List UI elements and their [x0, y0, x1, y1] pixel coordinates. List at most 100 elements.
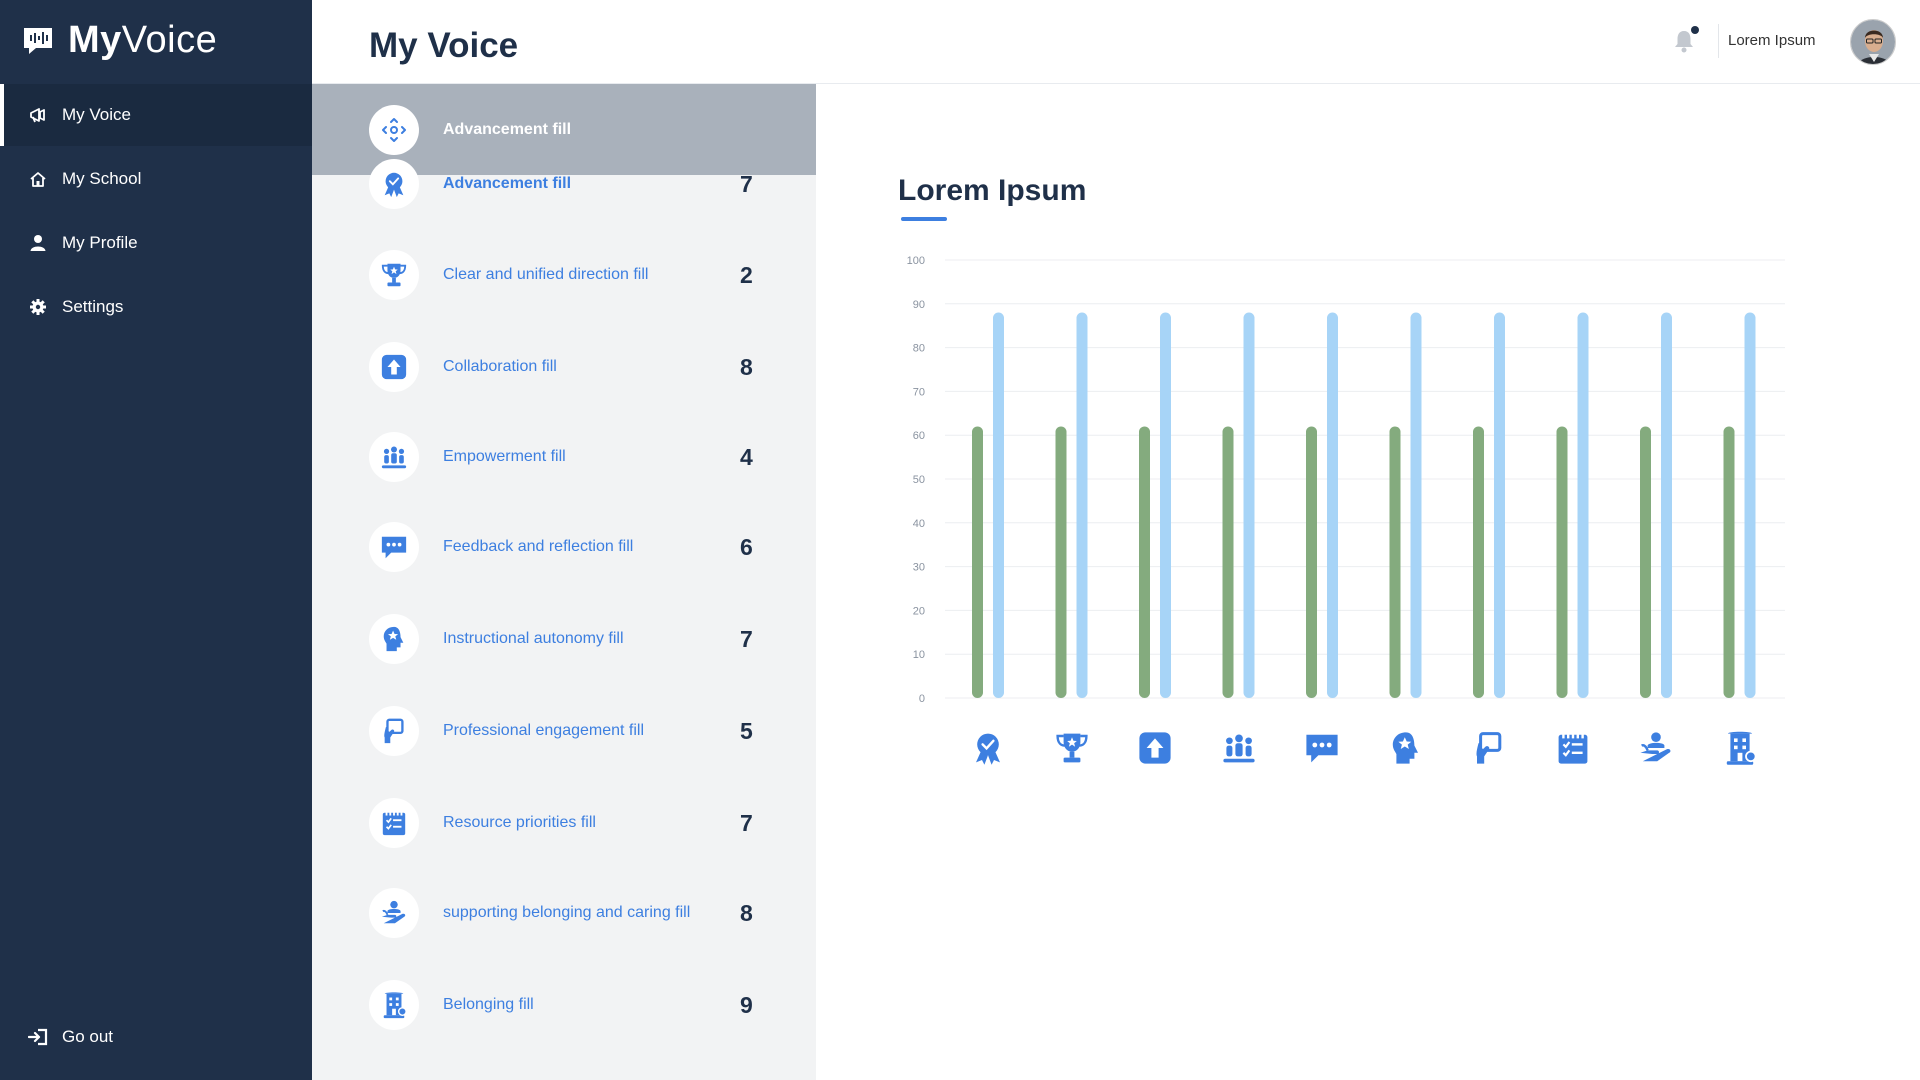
bar-series-0-item-7[interactable] [1556, 426, 1568, 698]
bar-series-0-item-4[interactable] [1306, 426, 1317, 698]
upload-icon[interactable] [1135, 728, 1175, 768]
upload-icon [369, 342, 419, 392]
list-item-label: Feedback and reflection fill [443, 538, 634, 555]
list-item[interactable]: Advancement fill 7 [312, 149, 816, 219]
list-item-count: 4 [740, 443, 753, 470]
building-icon[interactable] [1720, 728, 1760, 768]
trophy-icon[interactable] [1052, 728, 1092, 768]
group-icon [369, 432, 419, 482]
list-item-label: supporting belonging and caring fill [443, 904, 691, 921]
bar-series-1-item-9[interactable] [1744, 312, 1756, 698]
chat-icon [369, 522, 419, 572]
list-item-count: 2 [740, 261, 753, 288]
bar-series-1-item-6[interactable] [1494, 312, 1505, 698]
checklist-icon[interactable] [1553, 728, 1593, 768]
y-tick-label: 40 [913, 518, 925, 530]
brand-name: MyVoice [68, 19, 218, 61]
bar-chart: 0 10 20 30 40 50 60 70 80 90 100 [907, 255, 1785, 705]
list-item[interactable]: Resource priorities fill 7 [312, 788, 816, 858]
gear-icon [28, 297, 48, 317]
bar-series-0-item-6[interactable] [1473, 426, 1484, 698]
y-tick-label: 60 [913, 430, 925, 442]
hand-icon [369, 706, 419, 756]
list-item-count: 6 [740, 533, 753, 560]
brand[interactable]: MyVoice [22, 18, 217, 62]
megaphone-icon [28, 105, 48, 125]
logout-button[interactable]: Go out [0, 1006, 312, 1068]
user-icon [28, 233, 48, 253]
list-item-label: Belonging fill [443, 996, 534, 1013]
list-header-label: Advancement fill [443, 120, 572, 138]
list-item[interactable]: Belonging fill 9 [312, 970, 816, 1040]
list-item[interactable]: Clear and unified direction fill 2 [312, 240, 816, 310]
sidebar-item-my-school[interactable]: My School [0, 148, 312, 210]
list-item-label: Collaboration fill [443, 358, 557, 375]
bar-series-1-item-5[interactable] [1410, 312, 1422, 698]
sidebar-nav: My Voice My School My Profile Settings [0, 84, 312, 340]
bar-series-1-item-2[interactable] [1160, 312, 1171, 698]
group-icon[interactable] [1219, 728, 1259, 768]
sidebar-item-settings[interactable]: Settings [0, 276, 312, 338]
logout-label: Go out [62, 1027, 114, 1046]
bar-series-1-item-7[interactable] [1577, 312, 1589, 698]
hand-care-icon[interactable] [1636, 728, 1676, 768]
bar-series-0-item-2[interactable] [1139, 426, 1150, 698]
list-item-count: 5 [740, 717, 753, 744]
y-tick-label: 100 [907, 255, 925, 267]
notification-dot [1691, 26, 1699, 34]
chart-title-underline [901, 217, 947, 221]
sidebar-item-label: My School [62, 169, 142, 188]
bar-series-1-item-0[interactable] [993, 312, 1004, 698]
bar-series-1-item-4[interactable] [1327, 312, 1338, 698]
header-divider [1718, 24, 1719, 58]
list-item[interactable]: Instructional autonomy fill 7 [312, 604, 816, 674]
bar-series-1-item-3[interactable] [1243, 312, 1255, 698]
medal-icon[interactable] [968, 728, 1008, 768]
y-tick-label: 20 [913, 605, 925, 617]
y-tick-label: 70 [913, 386, 925, 398]
sidebar: MyVoice My Voice My School My Profile Se… [0, 0, 312, 1080]
list-item-label: Professional engagement fill [443, 722, 645, 739]
sidebar-item-label: My Voice [62, 105, 131, 124]
chart-title: Lorem Ipsum [898, 174, 1087, 207]
list-item[interactable]: Feedback and reflection fill 6 [312, 512, 816, 582]
y-tick-label: 90 [913, 299, 925, 311]
bar-series-0-item-0[interactable] [972, 426, 983, 698]
bar-series-0-item-8[interactable] [1640, 426, 1651, 698]
list-item-count: 8 [740, 899, 753, 926]
medal-icon [369, 159, 419, 209]
sidebar-item-label: My Profile [62, 233, 138, 252]
list-item-label: Instructional autonomy fill [443, 630, 624, 647]
hand-icon[interactable] [1469, 728, 1509, 768]
checklist-icon [369, 798, 419, 848]
bar-series-1-item-1[interactable] [1076, 312, 1088, 698]
list-item-label: Advancement fill [443, 175, 572, 192]
bar-series-0-item-5[interactable] [1389, 426, 1401, 698]
list-item[interactable]: Empowerment fill 4 [312, 422, 816, 492]
logout-icon [28, 1027, 48, 1047]
bar-series-0-item-1[interactable] [1055, 426, 1067, 698]
sidebar-footer: Go out [0, 1006, 312, 1070]
hand-care-icon [369, 888, 419, 938]
page-title: My Voice [369, 26, 519, 65]
list-item[interactable]: Collaboration fill 8 [312, 332, 816, 402]
list-item-label: Empowerment fill [443, 448, 566, 465]
list-item[interactable]: supporting belonging and caring fill 8 [312, 878, 816, 948]
list-item[interactable]: Professional engagement fill 5 [312, 696, 816, 766]
sidebar-item-my-profile[interactable]: My Profile [0, 212, 312, 274]
star-head-icon[interactable] [1386, 728, 1426, 768]
y-tick-label: 50 [913, 474, 925, 486]
sidebar-item-my-voice[interactable]: My Voice [0, 84, 312, 146]
bar-series-1-item-8[interactable] [1661, 312, 1672, 698]
bar-series-0-item-9[interactable] [1723, 426, 1735, 698]
trophy-icon [369, 250, 419, 300]
building-icon [369, 980, 419, 1030]
list-item-count: 8 [740, 353, 753, 380]
user-name[interactable]: Lorem Ipsum [1728, 32, 1816, 49]
list-item-count: 7 [740, 809, 753, 836]
y-tick-label: 10 [913, 649, 925, 661]
chat-icon[interactable] [1302, 728, 1342, 768]
avatar[interactable] [1850, 19, 1896, 65]
bar-series-0-item-3[interactable] [1222, 426, 1234, 698]
list-item-count: 9 [740, 991, 753, 1018]
